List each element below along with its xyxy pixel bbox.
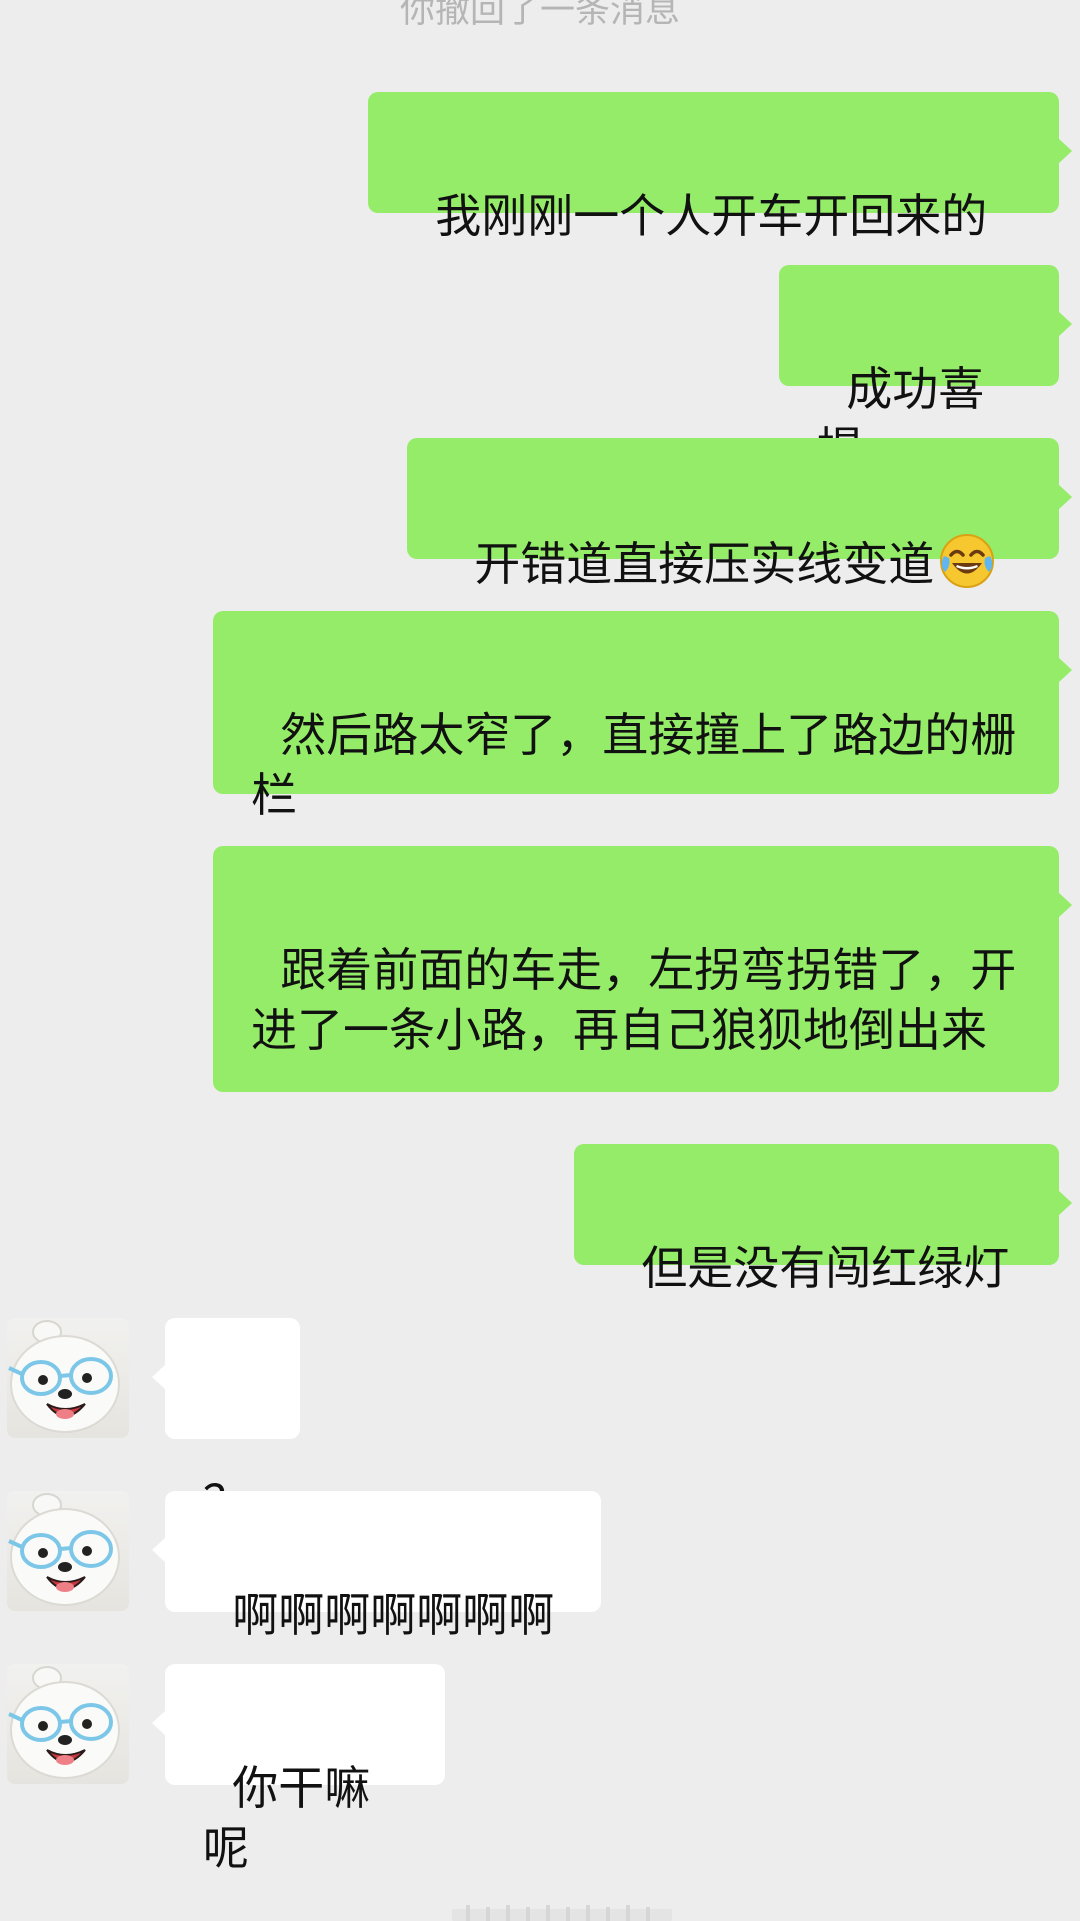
tears-of-joy-emoji-icon: [938, 532, 996, 590]
sent-message-bubble[interactable]: 但是没有闯红绿灯: [574, 1144, 1072, 1295]
sent-message-bubble[interactable]: 我刚刚一个人开车开回来的: [368, 92, 1072, 243]
sent-message-bubble[interactable]: 跟着前面的车走，左拐弯拐错了，开进了一条小路，再自己狼狈地倒出来: [213, 846, 1072, 1092]
polar-bear-avatar-icon: [8, 1666, 120, 1779]
message-text: 你干嘛呢: [203, 1761, 371, 1875]
received-message-bubble[interactable]: 啊啊啊啊啊啊啊: [152, 1491, 601, 1642]
polar-bear-avatar-icon: [8, 1493, 120, 1606]
sent-message-bubble[interactable]: 成功喜提: [779, 265, 1072, 476]
received-message-bubble[interactable]: 你干嘛呢: [152, 1664, 445, 1875]
received-message-bubble[interactable]: ？: [152, 1318, 300, 1529]
watermark-bar: [452, 1905, 672, 1921]
message-text: 但是没有闯红绿灯: [641, 1241, 1010, 1295]
sent-message-bubble[interactable]: 开错道直接压实线变道: [407, 438, 1072, 591]
contact-avatar[interactable]: [7, 1664, 129, 1784]
contact-avatar[interactable]: [7, 1318, 129, 1438]
recalled-message-notice: 你撤回了一条消息: [399, 0, 680, 31]
contact-avatar[interactable]: [7, 1491, 129, 1611]
polar-bear-avatar-icon: [8, 1320, 120, 1433]
message-text: 开错道直接压实线变道: [474, 537, 935, 591]
message-text: 跟着前面的车走，左拐弯拐错了，开进了一条小路，再自己狼狈地倒出来: [251, 943, 1017, 1057]
message-text: 然后路太窄了，直接撞上了路边的栅栏: [251, 708, 1017, 822]
sent-message-bubble[interactable]: 然后路太窄了，直接撞上了路边的栅栏: [213, 611, 1072, 822]
message-text: 啊啊啊啊啊啊啊: [232, 1588, 555, 1642]
message-text: 我刚刚一个人开车开回来的: [435, 189, 988, 243]
